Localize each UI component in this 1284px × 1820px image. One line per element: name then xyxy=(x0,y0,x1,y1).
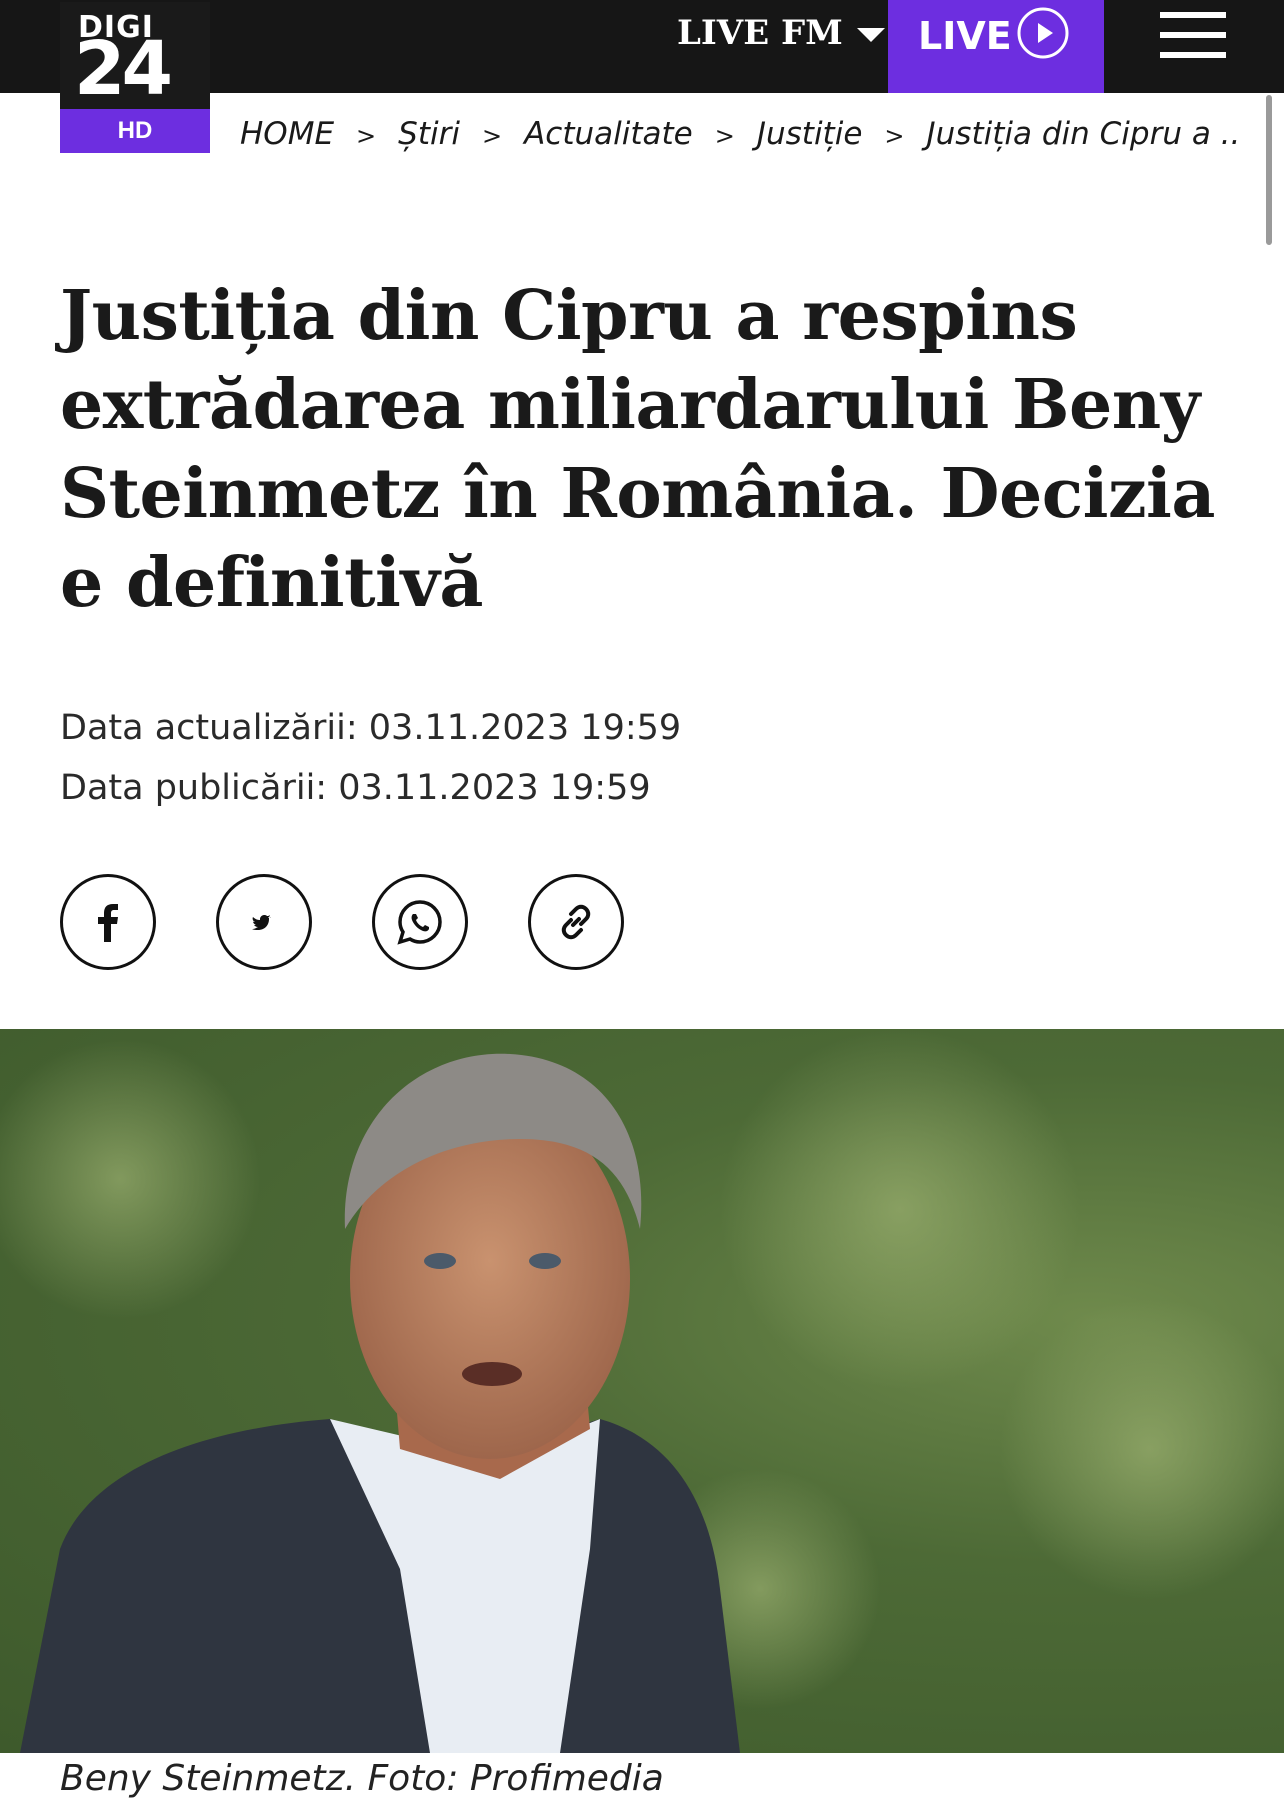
twitter-icon xyxy=(252,915,271,930)
photo-caption: Beny Steinmetz. Foto: Profimedia xyxy=(60,1758,664,1799)
breadcrumb-home[interactable]: HOME xyxy=(240,116,334,152)
logo-hd-badge: HD xyxy=(60,109,210,153)
article-dates: Data actualizării: 03.11.2023 19:59 Data… xyxy=(60,698,681,818)
share-whatsapp-button[interactable] xyxy=(372,874,468,970)
chevron-down-icon xyxy=(856,28,885,42)
share-twitter-button[interactable] xyxy=(216,874,312,970)
updated-label: Data actualizării: xyxy=(60,708,358,748)
link-icon xyxy=(561,904,591,940)
scrollbar[interactable] xyxy=(1266,95,1272,245)
breadcrumb-current[interactable]: Justiția din Cipru a ... xyxy=(927,116,1240,152)
article-photo xyxy=(0,1029,1284,1753)
hamburger-menu-icon[interactable] xyxy=(1160,12,1226,60)
updated-value: 03.11.2023 19:59 xyxy=(368,708,682,748)
breadcrumb: HOME > Știri > Actualitate > Justiție > Justiția… xyxy=(240,116,1240,160)
whatsapp-icon xyxy=(397,900,442,945)
breadcrumb-separator: > xyxy=(481,122,503,150)
live-label: LIVE xyxy=(918,14,1012,58)
share-facebook-button[interactable] xyxy=(60,874,156,970)
breadcrumb-justitie[interactable]: Justiție xyxy=(757,116,863,152)
live-button[interactable]: LIVE xyxy=(888,0,1104,93)
published-value: 03.11.2023 19:59 xyxy=(338,768,651,808)
published-date: Data publicării: 03.11.2023 19:59 xyxy=(60,758,681,818)
site-logo[interactable]: DIGI 24 HD xyxy=(60,2,210,153)
facebook-icon xyxy=(98,904,118,942)
breadcrumb-separator: > xyxy=(356,122,377,150)
live-fm-dropdown[interactable]: LIVE FM xyxy=(677,0,885,66)
breadcrumb-actualitate[interactable]: Actualitate xyxy=(524,116,693,152)
portrait-illustration xyxy=(0,1029,1284,1753)
article-title: Justiția din Cipru a respins extrădarea … xyxy=(60,276,1215,623)
updated-date: Data actualizării: 03.11.2023 19:59 xyxy=(60,698,681,758)
logo-number: 24 xyxy=(74,26,173,112)
published-label: Data publicării: xyxy=(60,768,328,808)
breadcrumb-stiri[interactable]: Știri xyxy=(398,116,460,152)
play-icon xyxy=(1017,7,1069,59)
copy-link-button[interactable] xyxy=(528,874,624,970)
breadcrumb-separator: > xyxy=(714,122,735,150)
live-fm-label: LIVE FM xyxy=(677,13,843,53)
breadcrumb-separator: > xyxy=(884,122,905,150)
